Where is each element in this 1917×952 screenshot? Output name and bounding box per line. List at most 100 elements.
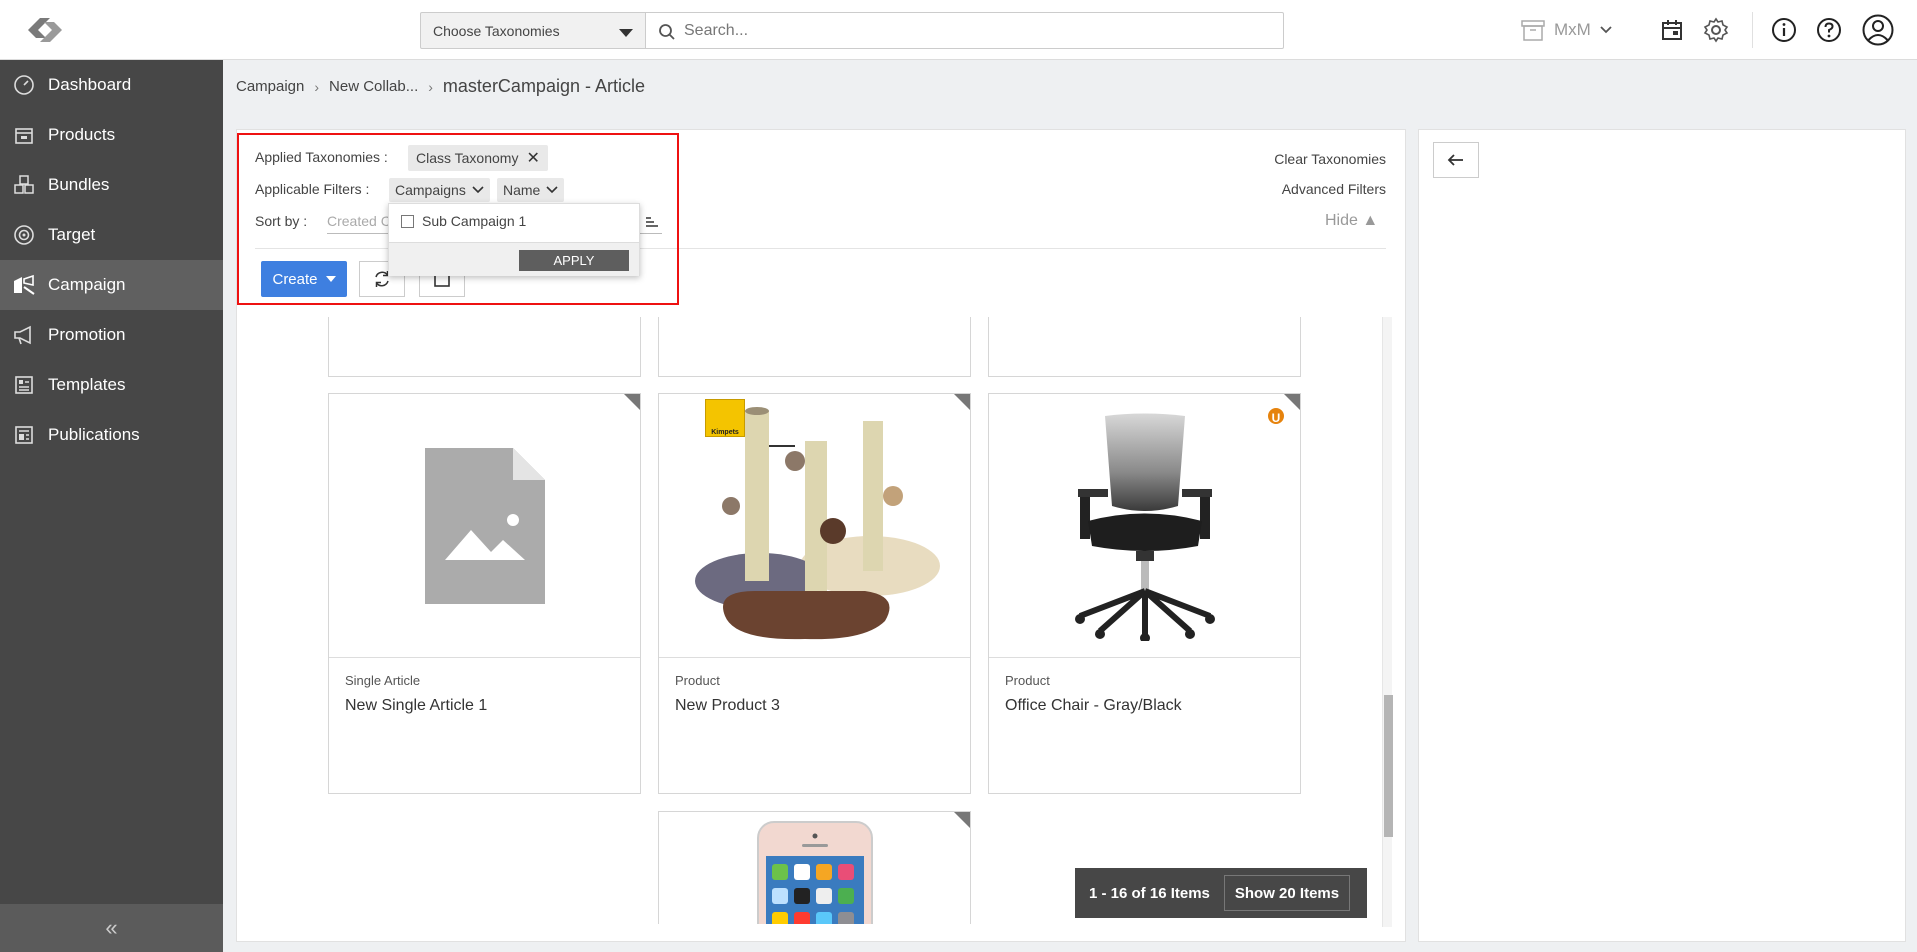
- iphone-image: [756, 820, 874, 924]
- scrollbar-thumb[interactable]: [1384, 695, 1393, 837]
- applied-taxonomies-label: Applied Taxonomies :: [255, 149, 388, 165]
- taxonomy-select[interactable]: Choose Taxonomies: [420, 12, 646, 49]
- option-label: Sub Campaign 1: [422, 213, 527, 229]
- card-type: Product: [1005, 673, 1050, 688]
- collapse-sidebar-button[interactable]: «: [0, 904, 223, 952]
- sort-select[interactable]: Created C: [327, 213, 391, 229]
- product-card[interactable]: [988, 317, 1301, 377]
- app-logo-icon[interactable]: [20, 10, 70, 50]
- campaign-icon: [0, 273, 48, 297]
- arrow-left-icon: [1447, 154, 1463, 166]
- advanced-filters-link[interactable]: Advanced Filters: [1220, 181, 1386, 197]
- name-filter-label: Name: [503, 182, 541, 198]
- card-type: Product: [675, 673, 720, 688]
- product-card[interactable]: Kimpets Product New Product 3: [658, 393, 971, 794]
- create-button-label: Create: [272, 270, 318, 288]
- item-count: 1 - 16 of 16 Items: [1089, 884, 1210, 902]
- breadcrumb-item[interactable]: Campaign: [236, 78, 304, 95]
- user-avatar-icon[interactable]: [1862, 14, 1894, 46]
- chevron-down-icon: [1600, 26, 1612, 34]
- cubes-icon: [0, 174, 48, 196]
- caret-down-icon: [619, 29, 633, 37]
- sidebar-item-target[interactable]: Target: [0, 210, 223, 260]
- sidebar-item-label: Products: [48, 125, 116, 144]
- sidebar-item-dashboard[interactable]: Dashboard: [0, 60, 223, 110]
- page-title: masterCampaign - Article: [442, 76, 645, 96]
- top-bar: Choose Taxonomies MxM: [0, 0, 1917, 60]
- status-badge: U: [1266, 406, 1286, 426]
- divider: [659, 657, 970, 658]
- product-card[interactable]: [328, 317, 641, 377]
- product-card[interactable]: Single Article New Single Article 1: [328, 393, 641, 794]
- sidebar-item-campaign[interactable]: Campaign: [0, 260, 223, 310]
- card-corner-marker: [954, 812, 970, 828]
- create-button[interactable]: Create: [261, 261, 347, 297]
- product-card[interactable]: [658, 811, 971, 924]
- taxonomy-chip-label: Class Taxonomy: [416, 150, 519, 166]
- office-chair-image: [989, 394, 1300, 657]
- placeholder-image-icon: [329, 394, 640, 657]
- chevron-right-icon: ›: [428, 78, 433, 95]
- gear-icon[interactable]: [1700, 14, 1732, 46]
- dropdown-footer: APPLY: [389, 242, 639, 276]
- card-title[interactable]: New Single Article 1: [345, 697, 487, 715]
- calendar-icon[interactable]: [1656, 14, 1688, 46]
- sidebar-item-publications[interactable]: Publications: [0, 410, 223, 460]
- sidebar-item-templates[interactable]: Templates: [0, 360, 223, 410]
- double-chevron-left-icon: «: [105, 915, 118, 940]
- pagination-bar: 1 - 16 of 16 Items Show 20 Items: [1075, 868, 1367, 918]
- divider: [329, 657, 640, 658]
- breadcrumb-item[interactable]: New Collab...: [329, 78, 418, 95]
- sidebar: Dashboard Products Bundles Target Campai…: [0, 60, 223, 952]
- target-icon: [0, 224, 48, 246]
- card-title[interactable]: Office Chair - Gray/Black: [1005, 697, 1182, 715]
- help-icon[interactable]: [1813, 14, 1845, 46]
- breadcrumb: Campaign › New Collab... › masterCampaig…: [236, 76, 645, 97]
- campaigns-dropdown-menu: Sub Campaign 1 APPLY: [388, 203, 640, 276]
- sidebar-item-products[interactable]: Products: [0, 110, 223, 160]
- sidebar-item-bundles[interactable]: Bundles: [0, 160, 223, 210]
- divider: [989, 657, 1300, 658]
- info-icon[interactable]: [1768, 14, 1800, 46]
- back-button[interactable]: [1433, 142, 1479, 178]
- tenant-label: MxM: [1554, 20, 1591, 39]
- hide-filters-link[interactable]: Hide ▲: [1325, 212, 1378, 230]
- chevron-down-icon: [472, 186, 484, 194]
- sidebar-item-promotion[interactable]: Promotion: [0, 310, 223, 360]
- scrollbar[interactable]: [1382, 317, 1393, 927]
- product-card[interactable]: [658, 317, 971, 377]
- name-filter-dropdown[interactable]: Name: [497, 178, 565, 202]
- brand-logo: Kimpets: [705, 399, 745, 437]
- card-corner-marker: [954, 394, 970, 410]
- product-card[interactable]: U Product Office Chair - Gray/Black: [988, 393, 1301, 794]
- megaphone-icon: [0, 324, 48, 346]
- campaigns-filter-dropdown[interactable]: Campaigns: [389, 178, 490, 202]
- sort-by-label: Sort by :: [255, 213, 308, 229]
- details-panel: [1418, 129, 1906, 942]
- sidebar-item-label: Templates: [48, 375, 126, 394]
- speedometer-icon: [0, 74, 48, 96]
- divider: [1752, 12, 1753, 48]
- tenant-selector[interactable]: MxM: [1520, 16, 1613, 44]
- chevron-down-icon: [546, 186, 558, 194]
- search-input[interactable]: [684, 19, 1264, 43]
- brand-logo-text: Kimpets: [711, 429, 739, 436]
- dropdown-option[interactable]: Sub Campaign 1: [401, 213, 526, 229]
- sidebar-item-label: Target: [48, 225, 96, 244]
- publication-icon: [0, 424, 48, 446]
- card-type: Single Article: [345, 673, 421, 688]
- clear-taxonomies-link[interactable]: Clear Taxonomies: [1220, 151, 1386, 167]
- applicable-filters-label: Applicable Filters :: [255, 181, 370, 197]
- remove-chip-icon[interactable]: ✕: [526, 148, 539, 168]
- sidebar-item-label: Dashboard: [48, 75, 132, 94]
- card-title[interactable]: New Product 3: [675, 697, 780, 715]
- chevron-right-icon: ›: [314, 78, 320, 95]
- sort-order-icon[interactable]: [645, 216, 659, 228]
- apply-button[interactable]: APPLY: [519, 250, 629, 271]
- sidebar-item-label: Publications: [48, 425, 140, 444]
- card-corner-marker: [1284, 394, 1300, 410]
- archive-icon: [1521, 20, 1545, 41]
- option-checkbox[interactable]: [401, 214, 414, 228]
- page-size-button[interactable]: Show 20 Items: [1223, 875, 1351, 911]
- search-icon: [659, 24, 675, 40]
